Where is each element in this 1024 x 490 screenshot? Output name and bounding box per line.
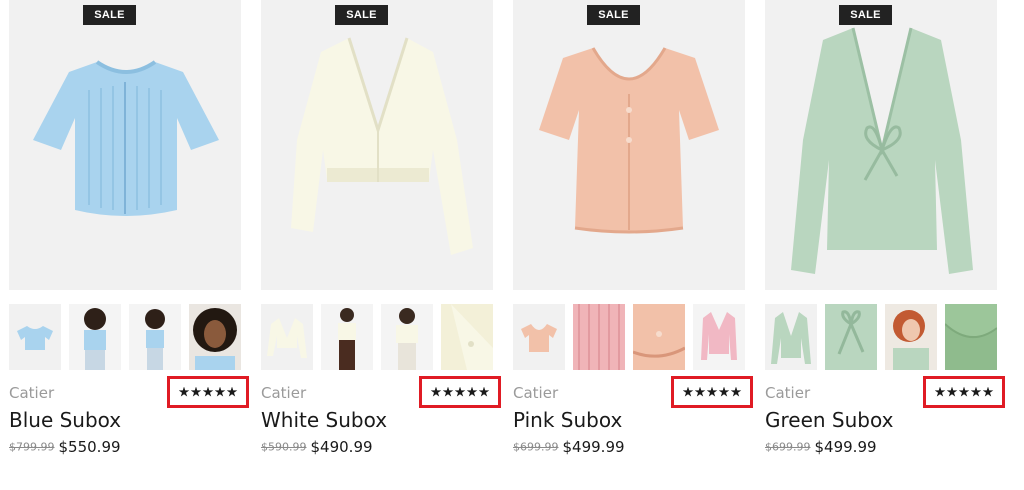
price-row: $699.99 $499.99 <box>765 438 877 456</box>
star-icon <box>442 386 454 397</box>
blue-top-illustration <box>9 0 241 290</box>
star-icon <box>466 386 478 397</box>
product-image[interactable]: SALE <box>9 0 241 290</box>
star-rating[interactable] <box>167 376 249 408</box>
sale-badge: SALE <box>587 5 640 25</box>
star-icon <box>214 386 226 397</box>
product-card: SALE Catier <box>261 0 505 470</box>
price-row: $590.99 $490.99 <box>261 438 373 456</box>
green-cardigan-illustration <box>765 0 997 290</box>
original-price: $699.99 <box>765 440 811 454</box>
star-icon <box>970 386 982 397</box>
product-image[interactable]: SALE <box>261 0 493 290</box>
product-title[interactable]: White Subox <box>261 408 387 432</box>
original-price: $799.99 <box>9 440 55 454</box>
product-grid: SALE Catier Blue Subox $799.99 $550.99 S… <box>0 0 1024 490</box>
star-icon <box>958 386 970 397</box>
thumbnail[interactable] <box>885 304 937 370</box>
star-icon <box>478 386 490 397</box>
star-rating[interactable] <box>419 376 501 408</box>
star-icon <box>682 386 694 397</box>
thumbnail-strip <box>513 304 757 370</box>
product-title[interactable]: Blue Subox <box>9 408 121 432</box>
thumbnail[interactable] <box>693 304 745 370</box>
product-card: SALE Catier Green Subox $699.99 $499.99 <box>765 0 1009 470</box>
star-rating[interactable] <box>671 376 753 408</box>
thumbnail[interactable] <box>945 304 997 370</box>
thumbnail[interactable] <box>633 304 685 370</box>
star-icon <box>982 386 994 397</box>
product-image[interactable]: SALE <box>513 0 745 290</box>
thumbnail[interactable] <box>129 304 181 370</box>
thumbnail[interactable] <box>69 304 121 370</box>
original-price: $590.99 <box>261 440 307 454</box>
star-icon <box>202 386 214 397</box>
brand-name[interactable]: Catier <box>513 384 558 402</box>
thumbnail[interactable] <box>573 304 625 370</box>
white-cardigan-illustration <box>261 0 493 290</box>
thumbnail[interactable] <box>261 304 313 370</box>
sale-price: $499.99 <box>814 438 877 456</box>
thumbnail[interactable] <box>765 304 817 370</box>
sale-price: $490.99 <box>310 438 373 456</box>
product-image[interactable]: SALE <box>765 0 997 290</box>
thumbnail-strip <box>261 304 505 370</box>
thumbnail[interactable] <box>441 304 493 370</box>
thumbnail[interactable] <box>381 304 433 370</box>
star-icon <box>934 386 946 397</box>
star-icon <box>694 386 706 397</box>
star-icon <box>226 386 238 397</box>
product-card: SALE Catier Blue Subox $799.99 $550.99 <box>9 0 253 470</box>
sale-price: $499.99 <box>562 438 625 456</box>
thumbnail[interactable] <box>321 304 373 370</box>
price-row: $799.99 $550.99 <box>9 438 121 456</box>
star-icon <box>946 386 958 397</box>
original-price: $699.99 <box>513 440 559 454</box>
thumbnail-strip <box>9 304 253 370</box>
pink-top-illustration <box>513 0 745 290</box>
star-icon <box>178 386 190 397</box>
sale-price: $550.99 <box>58 438 121 456</box>
star-icon <box>430 386 442 397</box>
sale-badge: SALE <box>839 5 892 25</box>
star-icon <box>190 386 202 397</box>
star-icon <box>730 386 742 397</box>
product-title[interactable]: Pink Subox <box>513 408 622 432</box>
star-icon <box>706 386 718 397</box>
thumbnail[interactable] <box>825 304 877 370</box>
thumbnail[interactable] <box>513 304 565 370</box>
star-icon <box>718 386 730 397</box>
sale-badge: SALE <box>83 5 136 25</box>
price-row: $699.99 $499.99 <box>513 438 625 456</box>
thumbnail-strip <box>765 304 1009 370</box>
brand-name[interactable]: Catier <box>9 384 54 402</box>
brand-name[interactable]: Catier <box>765 384 810 402</box>
sale-badge: SALE <box>335 5 388 25</box>
thumbnail[interactable] <box>9 304 61 370</box>
thumbnail[interactable] <box>189 304 241 370</box>
star-rating[interactable] <box>923 376 1005 408</box>
star-icon <box>454 386 466 397</box>
brand-name[interactable]: Catier <box>261 384 306 402</box>
product-card: SALE Catier <box>513 0 757 470</box>
product-title[interactable]: Green Subox <box>765 408 893 432</box>
